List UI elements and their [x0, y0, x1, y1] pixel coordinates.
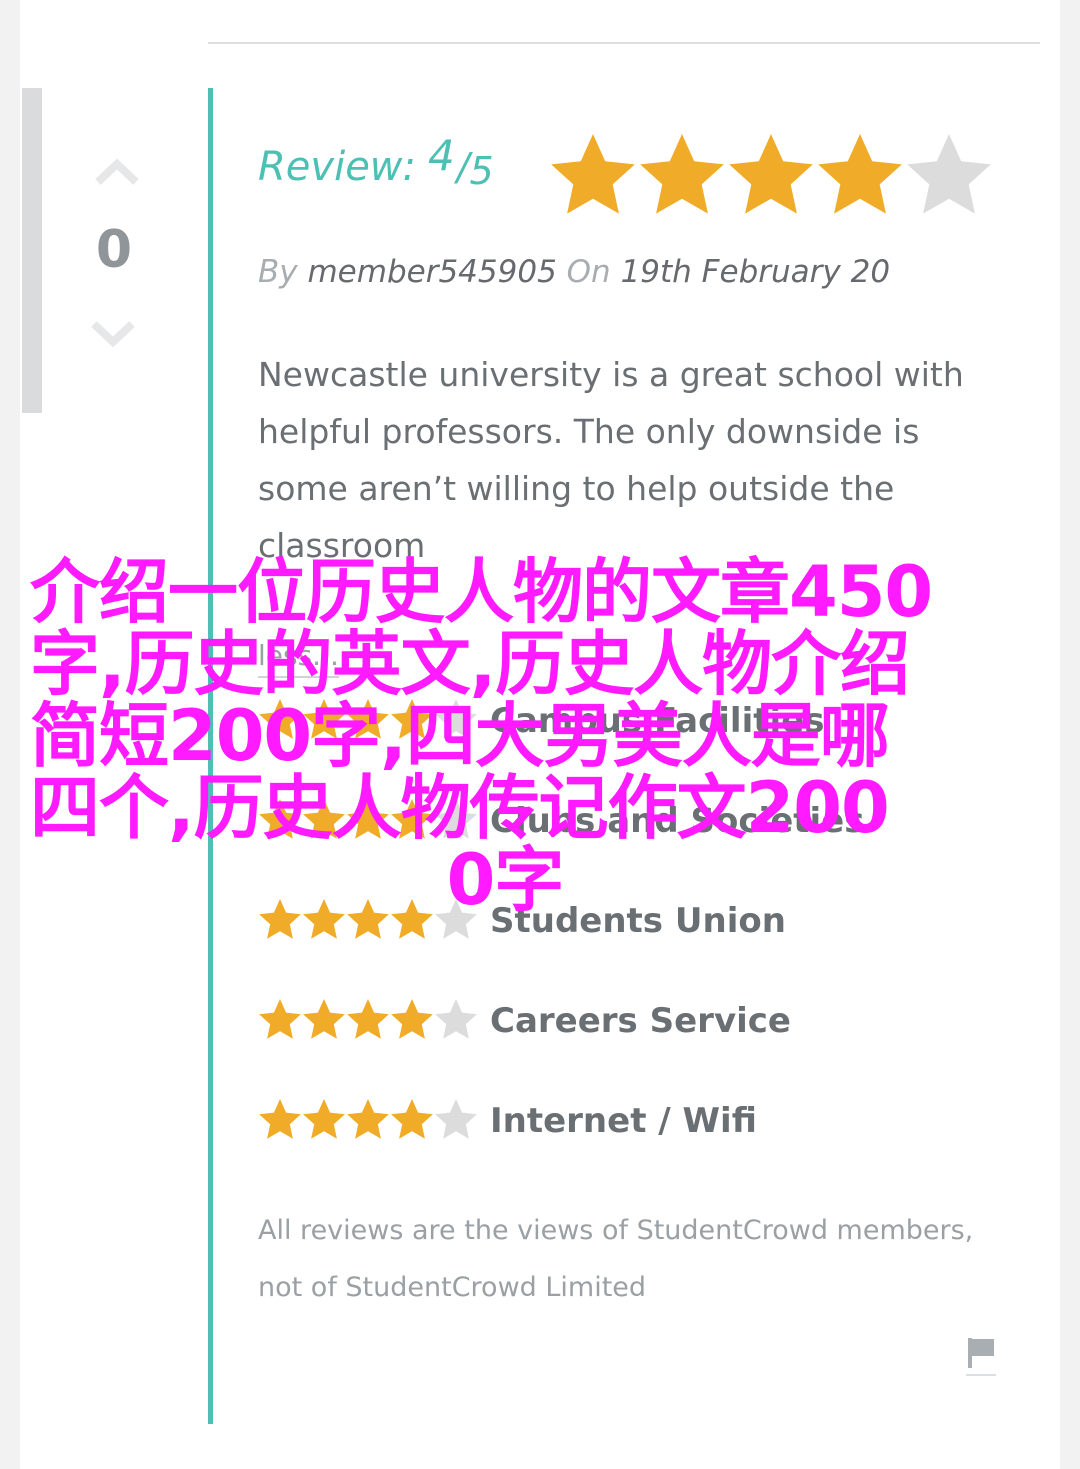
- review-score: Review: 4/5: [258, 131, 494, 195]
- byline-on: On: [566, 254, 611, 290]
- vote-down-button[interactable]: [90, 318, 136, 352]
- overlay-line-2: 字,历史的英文,历史人物介绍: [30, 623, 910, 705]
- review-score-value: 4: [428, 131, 455, 180]
- review-score-max: 5: [469, 149, 494, 193]
- byline-author[interactable]: member545905: [307, 254, 556, 290]
- chevron-up-icon: [95, 158, 139, 185]
- star-icon: [818, 134, 902, 214]
- star-icon: [391, 1099, 433, 1139]
- star-icon: [303, 999, 345, 1039]
- overlay-line-1: 介绍一位历史人物的文章450: [30, 551, 933, 633]
- review-score-slash: /: [456, 145, 470, 189]
- report-button[interactable]: [964, 1334, 998, 1378]
- category-star-rating: [259, 999, 477, 1039]
- rating-row: Internet / Wifi: [258, 1092, 1018, 1152]
- star-icon: [391, 999, 433, 1039]
- star-icon: [907, 134, 991, 214]
- star-icon: [259, 1099, 301, 1139]
- star-icon: [435, 1099, 477, 1139]
- overlay-caption: 介绍一位历史人物的文章450 字,历史的英文,历史人物介绍 简短200字,四大男…: [30, 556, 980, 916]
- vote-count: 0: [95, 220, 133, 280]
- star-icon: [729, 134, 813, 214]
- flag-icon: [966, 1338, 996, 1376]
- star-icon: [347, 1099, 389, 1139]
- star-icon: [347, 999, 389, 1039]
- vote-bar: [22, 88, 42, 413]
- star-icon: [551, 134, 635, 214]
- rating-label: Internet / Wifi: [490, 1101, 757, 1141]
- star-icon: [435, 999, 477, 1039]
- overlay-line-3: 简短200字,四大男美人是哪: [30, 695, 890, 777]
- star-icon: [640, 134, 724, 214]
- category-star-rating: [259, 1099, 477, 1139]
- overall-star-rating: [551, 134, 991, 214]
- overlay-line-4: 四个,历史人物传记作文200: [30, 767, 890, 849]
- chevron-down-icon: [91, 321, 135, 348]
- review-body: Newcastle university is a great school w…: [258, 355, 964, 565]
- review-byline: By member545905 On 19th February 20: [258, 250, 890, 294]
- rating-row: Careers Service: [258, 992, 1018, 1052]
- review-label: Review:: [258, 144, 416, 190]
- byline-by: By: [258, 254, 298, 290]
- vote-up-button[interactable]: [94, 154, 140, 188]
- byline-date: 19th February 20: [620, 254, 891, 290]
- star-icon: [303, 1099, 345, 1139]
- star-icon: [259, 999, 301, 1039]
- divider: [208, 42, 1040, 44]
- page: 0 Review: 4/5 By member545905 On 19th Feb…: [0, 0, 1080, 1469]
- rating-label: Careers Service: [490, 1001, 791, 1041]
- overlay-line-5: 0字: [446, 839, 565, 921]
- disclaimer: All reviews are the views of StudentCrow…: [258, 1215, 974, 1303]
